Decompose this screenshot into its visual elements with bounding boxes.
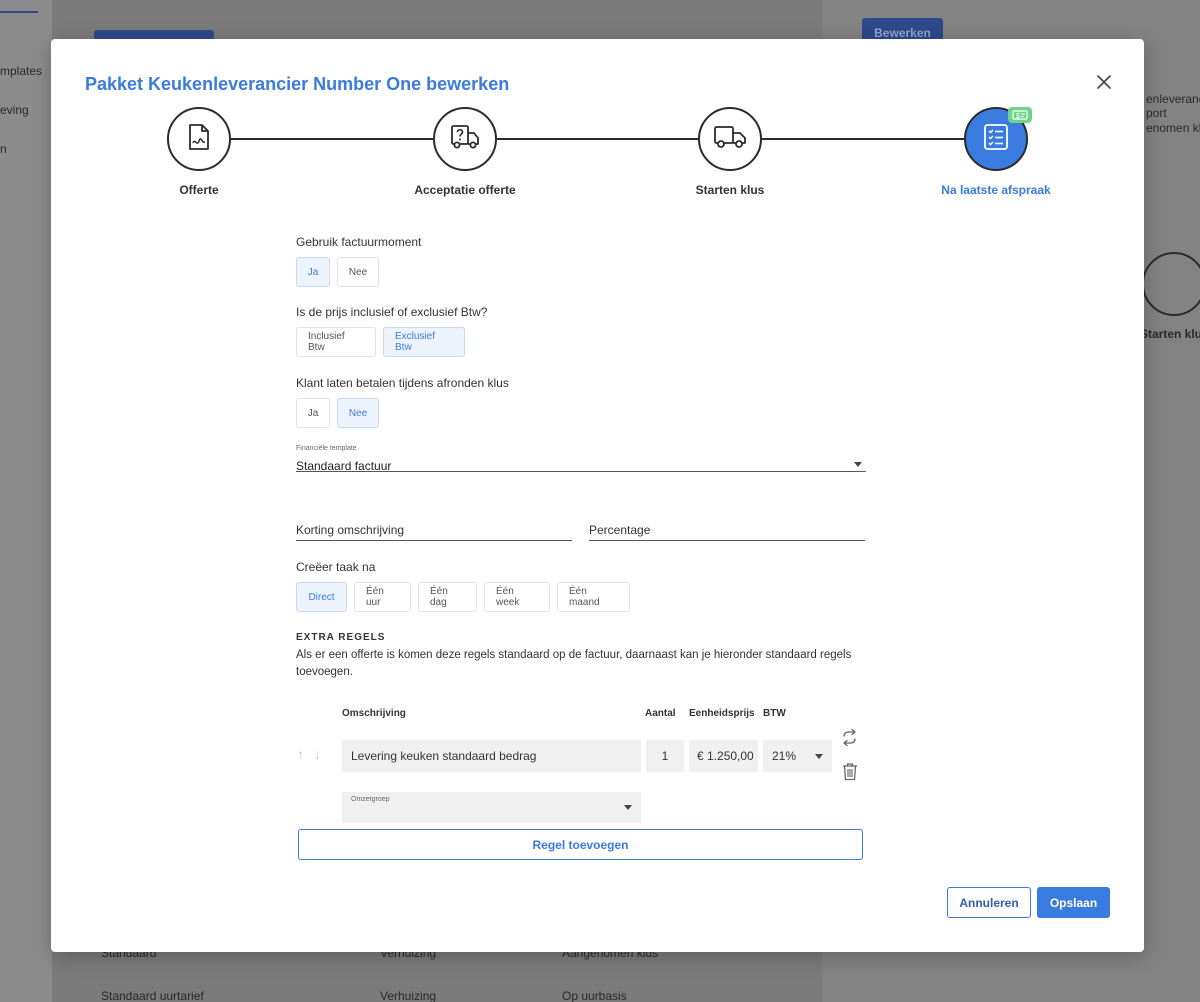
rule-description-input[interactable]: Levering keuken standaard bedrag — [342, 740, 641, 772]
background-sidebar-item: n — [0, 142, 7, 156]
background-edit-button: Bewerken — [862, 18, 943, 40]
modal-title: Pakket Keukenleverancier Number One bewe… — [85, 74, 510, 94]
background-sidebar-item: mplates — [0, 64, 43, 78]
save-button[interactable]: Opslaan — [1037, 887, 1110, 918]
background-step-label: Starten klu — [1140, 327, 1200, 341]
step-starten-klus[interactable]: Starten klus — [630, 107, 830, 197]
discount-row: Korting omschrijving Percentage — [296, 521, 866, 541]
step-circle-active: $ — [964, 107, 1032, 171]
background-cell: Verhuizing — [380, 989, 437, 1002]
invoice-badge-icon: $ — [1008, 107, 1032, 123]
create-task-label: Creëer taak na — [296, 560, 376, 574]
invoice-settings-form: Gebruik factuurmoment Ja Nee Is de prijs… — [296, 235, 866, 681]
step-label: Acceptatie offerte — [414, 183, 516, 197]
step-na-laatste-afspraak[interactable]: $ Na laatste afspraak — [896, 107, 1096, 197]
arrow-up-icon[interactable]: ↑ — [297, 746, 304, 762]
revenue-group-label: Omzetgroep — [351, 796, 390, 803]
document-signature-icon — [187, 123, 211, 156]
chevron-down-icon — [815, 754, 823, 759]
extra-rules-title: EXTRA REGELS — [296, 632, 386, 643]
discount-description-input[interactable]: Korting omschrijving — [296, 521, 572, 541]
step-circle — [167, 107, 231, 171]
step-acceptatie-offerte[interactable]: Acceptatie offerte — [365, 107, 565, 197]
create-task-one-week-button[interactable]: Één week — [484, 582, 550, 612]
rule-vat-value: 21% — [772, 749, 797, 763]
create-task-one-month-button[interactable]: Één maand — [557, 582, 630, 612]
extra-rules-description: Als er een offerte is komen deze regels … — [296, 649, 852, 678]
column-header-unit-price: Eenheidsprijs — [689, 708, 755, 719]
background-tab-indicator — [0, 11, 38, 13]
revenue-group-select[interactable]: Omzetgroep — [342, 792, 641, 823]
cancel-button[interactable]: Annuleren — [947, 887, 1031, 918]
vat-label: Is de prijs inclusief of exclusief Btw? — [296, 305, 488, 319]
background-cell: Op uurbasis — [562, 989, 627, 1002]
step-circle — [698, 107, 762, 171]
financial-template-value: Standaard factuur — [296, 459, 392, 473]
pay-on-finish-label: Klant laten betalen tijdens afronden klu… — [296, 376, 509, 390]
rule-vat-select[interactable]: 21% — [763, 740, 832, 772]
close-icon[interactable] — [1095, 73, 1113, 91]
invoice-moment-label: Gebruik factuurmoment — [296, 235, 422, 249]
invoice-moment-no-button[interactable]: Nee — [337, 257, 379, 287]
edit-package-modal: Pakket Keukenleverancier Number One bewe… — [51, 39, 1144, 952]
column-header-description: Omschrijving — [342, 708, 406, 719]
chevron-down-icon — [854, 462, 862, 467]
column-header-quantity: Aantal — [645, 708, 676, 719]
rule-quantity-input[interactable]: 1 — [646, 740, 684, 772]
pay-on-finish-options: Ja Nee — [296, 398, 866, 428]
trash-icon[interactable] — [842, 762, 858, 786]
create-task-one-hour-button[interactable]: Één uur — [354, 582, 411, 612]
create-task-direct-button[interactable]: Direct — [296, 582, 347, 612]
vat-options: Inclusief Btw Exclusief Btw — [296, 327, 866, 357]
step-offerte[interactable]: Offerte — [99, 107, 299, 197]
financial-template-label: Financiële template — [296, 445, 357, 452]
pay-on-finish-no-button[interactable]: Nee — [337, 398, 379, 428]
swap-icon[interactable] — [841, 728, 858, 751]
background-cell: Standaard uurtarief — [101, 989, 204, 1002]
svg-text:$: $ — [1016, 113, 1020, 120]
background-text: enleveranci — [1146, 92, 1200, 106]
vat-exclusive-button[interactable]: Exclusief Btw — [383, 327, 465, 357]
question-truck-icon — [450, 123, 480, 156]
add-rule-button[interactable]: Regel toevoegen — [298, 829, 863, 860]
truck-icon — [713, 123, 747, 156]
checklist-icon — [983, 123, 1009, 156]
step-circle — [433, 107, 497, 171]
create-task-options: Direct Één uur Één dag Één week Één maan… — [296, 582, 866, 612]
background-truck-icon — [1142, 252, 1200, 316]
financial-template-select[interactable]: Financiële template Standaard factuur — [296, 445, 866, 473]
background-sidebar-item: eving — [0, 103, 29, 117]
rule-unit-price-input[interactable]: € 1.250,00 — [689, 740, 758, 772]
step-label: Na laatste afspraak — [941, 183, 1051, 197]
background-text: enomen klu — [1146, 121, 1200, 135]
column-header-vat: BTW — [763, 708, 786, 719]
step-label: Starten klus — [695, 183, 765, 197]
arrow-down-icon[interactable]: ↓ — [314, 746, 321, 762]
pay-on-finish-yes-button[interactable]: Ja — [296, 398, 330, 428]
invoice-moment-yes-button[interactable]: Ja — [296, 257, 330, 287]
background-text: port — [1146, 106, 1167, 120]
vat-inclusive-button[interactable]: Inclusief Btw — [296, 327, 376, 357]
step-label: Offerte — [179, 183, 219, 197]
create-task-one-day-button[interactable]: Één dag — [418, 582, 477, 612]
chevron-down-icon — [624, 805, 632, 810]
percentage-input[interactable]: Percentage — [589, 521, 865, 541]
invoice-moment-options: Ja Nee — [296, 257, 866, 287]
